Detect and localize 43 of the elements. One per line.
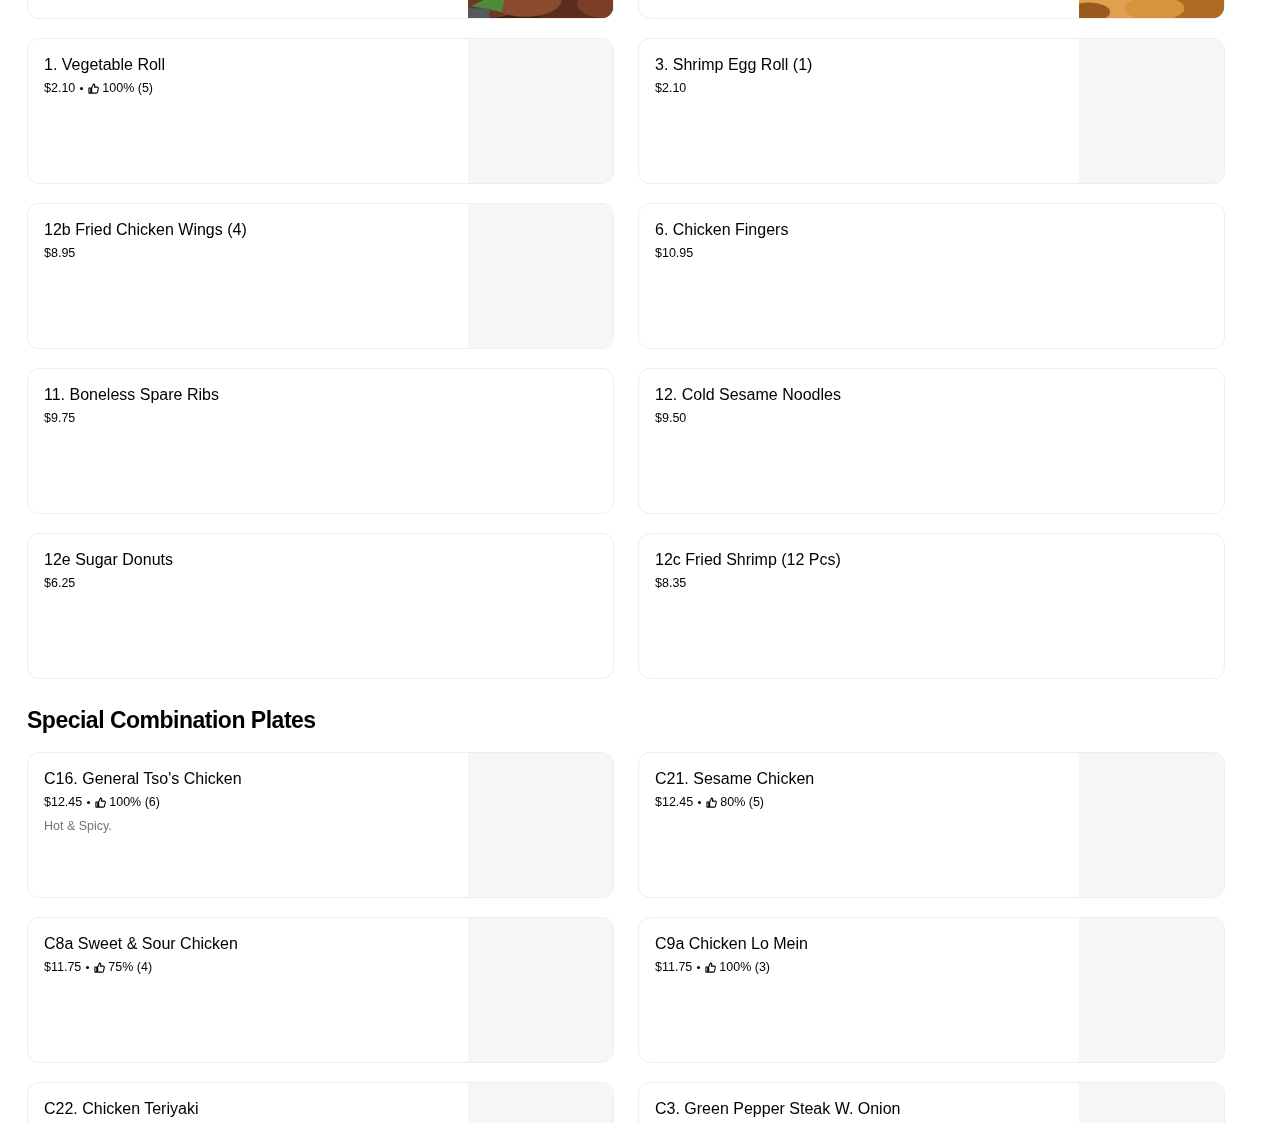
item-description: Hot & Spicy. xyxy=(44,818,113,834)
item-rating: 100% (6) xyxy=(109,794,160,810)
item-price: $11.75 xyxy=(655,959,693,975)
thumbs-up-icon xyxy=(88,82,100,94)
item-name: C3. Green Pepper Steak W. Onion xyxy=(655,1099,902,1119)
item-rating: 75% (4) xyxy=(108,959,153,975)
item-name: C8a Sweet & Sour Chicken xyxy=(44,934,239,954)
thumbs-up-icon xyxy=(706,796,718,808)
item-name: 11. Boneless Spare Ribs xyxy=(44,385,220,405)
item-price: $8.35 xyxy=(655,575,687,591)
item-name: 12e Sugar Donuts xyxy=(44,550,174,570)
separator-dot xyxy=(697,965,701,969)
item-price: $6.25 xyxy=(44,575,76,591)
item-name: C21. Sesame Chicken xyxy=(655,769,816,789)
item-name: 3. Shrimp Egg Roll (1) xyxy=(655,55,814,75)
item-price: $8.95 xyxy=(44,245,76,261)
item-price: $11.75 xyxy=(44,959,82,975)
item-price: $12.45 xyxy=(655,794,694,810)
item-name: C22. Chicken Teriyaki xyxy=(44,1099,200,1119)
item-price: $9.50 xyxy=(655,410,687,426)
item-name: 1. Vegetable Roll xyxy=(44,55,166,75)
item-price: $10.95 xyxy=(655,245,694,261)
item-price: $2.10 xyxy=(44,80,76,96)
thumbs-up-icon xyxy=(94,961,106,973)
separator-dot xyxy=(87,800,91,804)
item-name: 12b Fried Chicken Wings (4) xyxy=(44,220,248,240)
thumbs-up-icon xyxy=(705,961,717,973)
item-price: $9.75 xyxy=(44,410,76,426)
item-rating: 100% (3) xyxy=(719,959,771,975)
thumbs-up-icon xyxy=(95,796,107,808)
item-price: $12.45 xyxy=(44,794,83,810)
section-heading: Special Combination Plates xyxy=(27,706,317,735)
separator-dot xyxy=(86,965,90,969)
item-name: 12. Cold Sesame Noodles xyxy=(655,385,842,405)
item-price: $2.10 xyxy=(655,80,687,96)
item-name: C16. General Tso's Chicken xyxy=(44,769,243,789)
item-name: 12c Fried Shrimp (12 Pcs) xyxy=(655,550,842,570)
item-name: C9a Chicken Lo Mein xyxy=(655,934,809,954)
separator-dot xyxy=(80,86,84,90)
item-rating: 80% (5) xyxy=(720,794,764,810)
separator-dot xyxy=(698,800,702,804)
item-name: 6. Chicken Fingers xyxy=(655,220,790,240)
item-rating: 100% (5) xyxy=(102,80,153,96)
